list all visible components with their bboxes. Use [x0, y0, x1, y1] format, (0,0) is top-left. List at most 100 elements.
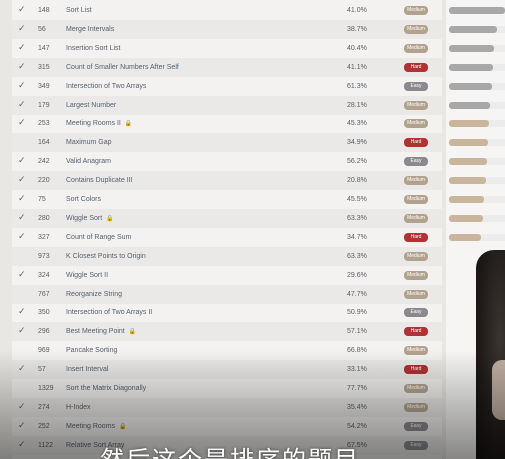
acceptance-rate: 61.3% — [347, 82, 367, 90]
problem-title-link[interactable]: Sort List — [66, 1, 296, 20]
table-row[interactable]: ✓ 280 Wiggle Sort 🔒 63.3% Medium — [12, 208, 442, 228]
difficulty-badge: Medium — [404, 402, 428, 412]
problem-title-link[interactable]: Meeting Rooms 🔒 — [66, 417, 296, 436]
problem-title-text: H-Index — [66, 403, 91, 411]
table-row[interactable]: ✓ 315 Count of Smaller Numbers After Self 4… — [12, 57, 442, 77]
table-row[interactable]: ✓ 350 Intersection of Two Arrays II 50.9% Ea… — [12, 303, 442, 322]
problem-title-text: Count of Smaller Numbers After Self — [66, 63, 179, 71]
table-row[interactable]: ✓ 147 Insertion Sort List 40.4% Medium — [12, 39, 442, 58]
problem-title-link[interactable]: Pancake Sorting — [66, 341, 296, 360]
problem-title-link[interactable]: Count of Range Sum — [66, 228, 296, 247]
acceptance-rate: 28.1% — [347, 101, 367, 109]
problem-title-link[interactable]: Intersection of Two Arrays II — [66, 303, 296, 322]
problem-title-link[interactable]: Valid Anagram — [66, 152, 296, 171]
difficulty-badge: Easy — [404, 308, 428, 318]
problem-id: 1329 — [38, 385, 54, 392]
problem-title-link[interactable]: Wiggle Sort 🔒 — [66, 209, 296, 228]
problem-title-link[interactable]: Best Meeting Point 🔒 — [66, 322, 296, 341]
table-row[interactable]: ✓ 148 Sort List 41.0% Medium — [12, 1, 442, 20]
check-icon: ✓ — [18, 156, 26, 167]
table-row[interactable]: ✓ 179 Largest Number 28.1% Medium — [12, 95, 442, 115]
problem-title-text: Valid Anagram — [66, 158, 112, 166]
table-row[interactable]: 969 Pancake Sorting 66.8% Medium — [12, 341, 442, 360]
frequency-bar — [449, 7, 505, 14]
check-icon: ✓ — [18, 61, 26, 72]
difficulty-badge: Medium — [404, 384, 428, 393]
problem-id: 969 — [38, 347, 50, 355]
check-icon: ✓ — [18, 99, 26, 110]
acceptance-rate: 40.4% — [347, 44, 367, 52]
problem-title-link[interactable]: Contains Duplicate III — [66, 171, 296, 190]
table-row[interactable]: ✓ 56 Merge Intervals 38.7% Medium — [12, 19, 442, 39]
acceptance-rate: 63.3% — [347, 214, 367, 222]
table-row[interactable]: ✓ 324 Wiggle Sort II 29.6% Medium — [12, 266, 442, 285]
problem-title-link[interactable]: Maximum Gap — [66, 133, 296, 152]
frequency-fill — [449, 196, 484, 203]
presenter-video — [476, 250, 505, 459]
problem-title-link[interactable]: H-Index — [66, 398, 296, 417]
table-row[interactable]: ✓ 349 Intersection of Two Arrays 61.3% Easy — [12, 77, 442, 96]
check-icon: ✓ — [18, 326, 26, 337]
check-icon: ✓ — [18, 420, 26, 431]
table-row[interactable]: 164 Maximum Gap 34.9% Hard — [12, 133, 442, 153]
frequency-bar — [449, 158, 505, 166]
difficulty-badge: Medium — [404, 6, 428, 15]
table-row[interactable]: ✓ 296 Best Meeting Point 🔒 57.1% Hard — [12, 322, 442, 342]
table-row[interactable]: ✓ 252 Meeting Rooms 🔒 54.2% Easy — [12, 417, 442, 436]
difficulty-badge: Medium — [404, 119, 428, 129]
difficulty-badge: Hard — [404, 138, 428, 148]
problem-title-text: Largest Number — [66, 101, 117, 109]
check-icon — [18, 285, 30, 304]
acceptance-rate: 50.9% — [347, 309, 367, 317]
frequency-bar — [449, 214, 505, 222]
frequency-fill — [449, 158, 488, 166]
problem-id: 253 — [38, 120, 50, 128]
table-row[interactable]: ✓ 253 Meeting Rooms II 🔒 45.3% Medium — [12, 114, 442, 133]
table-row[interactable]: 973 K Closest Points to Origin 63.3% Medium — [12, 246, 442, 266]
table-row[interactable]: ✓ 327 Count of Range Sum 34.7% Hard — [12, 228, 442, 247]
problem-title-link[interactable]: Largest Number — [66, 96, 296, 115]
table-row[interactable]: ✓ 57 Insert Interval 33.1% Hard — [12, 360, 442, 380]
frequency-bar — [449, 233, 505, 241]
table-row[interactable]: 1329 Sort the Matrix Diagonally 77.7% Mediu… — [12, 379, 442, 398]
acceptance-rate: 35.4% — [347, 403, 367, 411]
table-row[interactable]: ✓ 220 Contains Duplicate III 20.8% Medium — [12, 171, 442, 191]
problem-title-link[interactable]: Count of Smaller Numbers After Self — [66, 58, 296, 77]
table-row[interactable]: ✓ 274 H-Index 35.4% Medium — [12, 397, 442, 417]
problem-id: 57 — [38, 366, 46, 374]
problem-title-link[interactable]: Sort Colors — [66, 190, 296, 209]
problem-title-link[interactable]: Intersection of Two Arrays — [66, 77, 296, 96]
problem-title-link[interactable]: Insert Interval — [66, 360, 296, 379]
acceptance-rate: 34.9% — [347, 139, 367, 147]
problem-id: 56 — [38, 25, 46, 33]
frequency-fill — [449, 101, 491, 109]
check-icon: ✓ — [18, 194, 26, 204]
check-icon: ✓ — [18, 175, 26, 186]
lock-icon: 🔒 — [124, 120, 133, 128]
difficulty-badge: Easy — [404, 421, 428, 431]
problem-id: 1122 — [38, 441, 54, 449]
frequency-fill — [449, 233, 482, 241]
check-icon: ✓ — [18, 231, 26, 242]
table-row[interactable]: ✓ 75 Sort Colors 45.5% Medium — [12, 190, 442, 209]
problem-title-link[interactable]: Merge Intervals — [66, 20, 296, 39]
problem-title-link[interactable]: Insertion Sort List — [66, 39, 296, 58]
difficulty-badge: Easy — [404, 157, 428, 167]
frequency-bar — [449, 44, 505, 52]
problem-title-link[interactable]: Meeting Rooms II 🔒 — [66, 114, 296, 133]
problem-id: 327 — [38, 233, 50, 241]
problem-id: 280 — [38, 214, 50, 222]
problem-title-link[interactable]: K Closest Points to Origin — [66, 247, 296, 266]
frequency-fill — [449, 44, 494, 52]
table-row[interactable]: ✓ 242 Valid Anagram 56.2% Easy — [12, 152, 442, 171]
acceptance-rate: 57.1% — [347, 328, 367, 336]
table-row[interactable]: 767 Reorganize String 47.7% Medium — [12, 284, 442, 304]
frequency-fill — [449, 25, 497, 33]
problem-id: 147 — [38, 44, 50, 52]
acceptance-rate: 20.8% — [347, 177, 367, 185]
frequency-bar — [449, 120, 505, 128]
problem-title-link[interactable]: Sort the Matrix Diagonally — [66, 379, 296, 398]
problem-title-link[interactable]: Wiggle Sort II — [66, 266, 296, 285]
problem-title-link[interactable]: Reorganize String — [66, 285, 296, 304]
problem-id: 973 — [38, 252, 50, 260]
